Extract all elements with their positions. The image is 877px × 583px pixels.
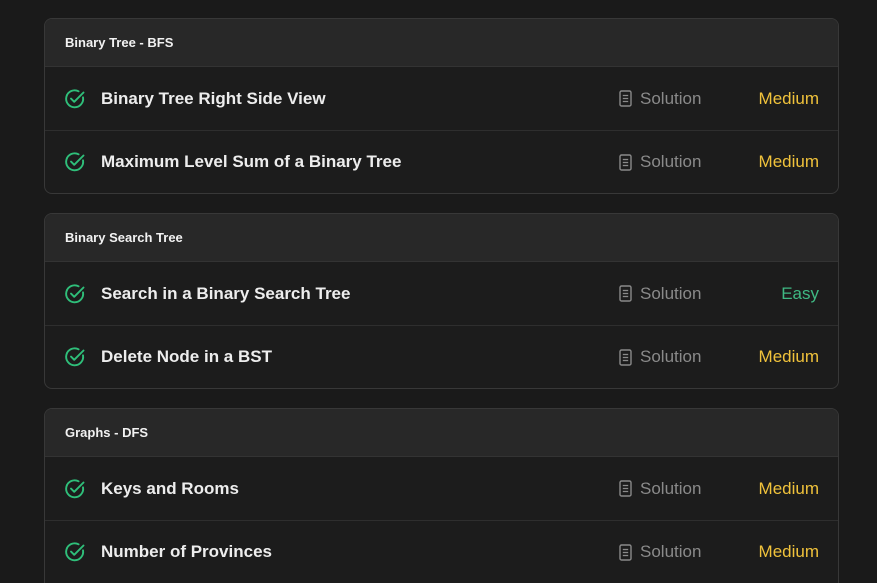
problem-row[interactable]: Search in a Binary Search Tree Solution … (45, 262, 838, 325)
document-icon (619, 153, 632, 171)
document-icon (619, 90, 632, 107)
problem-title[interactable]: Number of Provinces (101, 542, 272, 562)
group-title: Binary Tree - BFS (65, 35, 174, 50)
document-icon (619, 480, 632, 497)
document-icon (619, 285, 632, 302)
problem-title[interactable]: Search in a Binary Search Tree (101, 284, 350, 304)
difficulty-badge: Medium (758, 478, 819, 498)
difficulty-badge: Medium (758, 347, 819, 366)
document-icon (619, 348, 632, 366)
difficulty-badge: Easy (781, 283, 819, 303)
solution-label: Solution (640, 152, 702, 171)
solution-link[interactable]: Solution (619, 284, 701, 304)
solution-link[interactable]: Solution (619, 542, 701, 562)
difficulty-badge: Medium (758, 152, 819, 171)
difficulty-badge: Medium (758, 88, 819, 108)
problem-row[interactable]: Keys and Rooms Solution Medium (45, 457, 838, 520)
solution-label: Solution (640, 478, 702, 498)
difficulty-badge: Medium (758, 542, 819, 561)
solution-label: Solution (640, 283, 702, 303)
group-header[interactable]: Graphs - DFS (45, 409, 838, 457)
problem-row[interactable]: Number of Provinces Solution Medium (45, 520, 838, 583)
solution-link[interactable]: Solution (619, 347, 701, 367)
solution-link[interactable]: Solution (619, 89, 701, 109)
solution-label: Solution (640, 542, 702, 561)
solution-label: Solution (640, 88, 702, 108)
problem-row[interactable]: Binary Tree Right Side View Solution Med… (45, 67, 838, 130)
problem-title[interactable]: Keys and Rooms (101, 479, 239, 499)
problem-title[interactable]: Delete Node in a BST (101, 347, 272, 367)
solved-check-icon (64, 346, 86, 368)
problem-row[interactable]: Maximum Level Sum of a Binary Tree Solut… (45, 130, 838, 193)
problem-group: Binary Search Tree Search in a Binary Se… (44, 213, 839, 389)
solution-label: Solution (640, 347, 702, 366)
group-header[interactable]: Binary Tree - BFS (45, 19, 838, 67)
solution-link[interactable]: Solution (619, 479, 701, 499)
group-title: Graphs - DFS (65, 425, 149, 440)
solved-check-icon (64, 541, 86, 563)
problem-group: Binary Tree - BFS Binary Tree Right Side… (44, 18, 839, 194)
solved-check-icon (64, 151, 86, 173)
solved-check-icon (64, 283, 86, 305)
problem-title[interactable]: Binary Tree Right Side View (101, 89, 326, 109)
study-plan-page: Binary Tree - BFS Binary Tree Right Side… (0, 0, 877, 583)
group-title: Binary Search Tree (65, 230, 183, 245)
document-icon (619, 543, 632, 561)
solved-check-icon (64, 478, 86, 500)
problem-title[interactable]: Maximum Level Sum of a Binary Tree (101, 152, 401, 172)
problem-row[interactable]: Delete Node in a BST Solution Medium (45, 325, 838, 388)
solution-link[interactable]: Solution (619, 152, 701, 172)
group-header[interactable]: Binary Search Tree (45, 214, 838, 262)
solved-check-icon (64, 88, 86, 110)
problem-group: Graphs - DFS Keys and Rooms Solution Med… (44, 408, 839, 583)
